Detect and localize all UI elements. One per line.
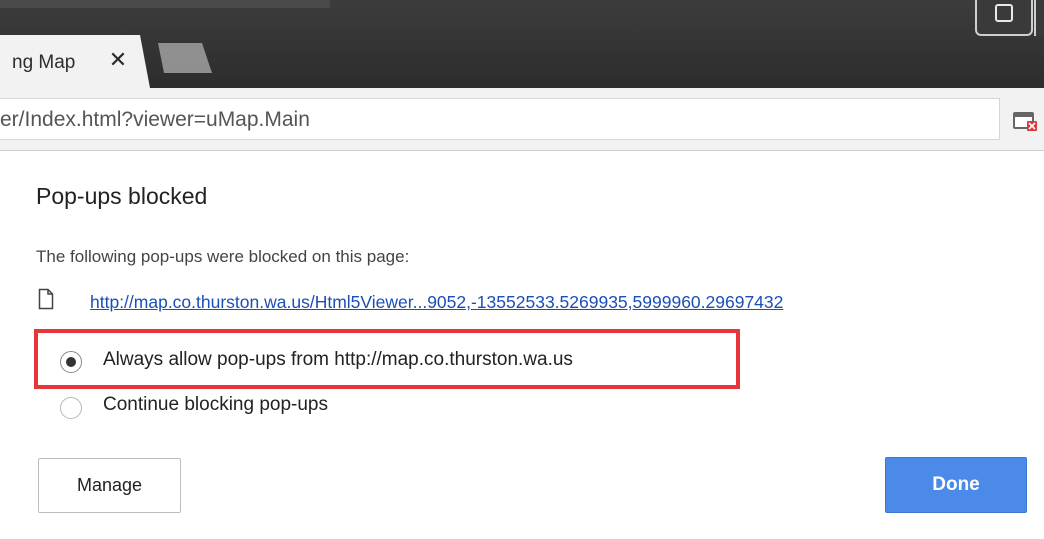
manage-button[interactable]: Manage [38,458,181,513]
always-allow-radio[interactable] [60,351,82,373]
window-control-edge[interactable] [1034,0,1044,36]
user-profile-icon [995,4,1013,22]
blocked-popup-link[interactable]: http://map.co.thurston.wa.us/Html5Viewer… [90,292,783,313]
page-icon [38,288,54,310]
always-allow-label[interactable]: Always allow pop-ups from http://map.co.… [103,349,573,371]
bubble-title: Pop-ups blocked [36,183,208,209]
done-button[interactable]: Done [885,457,1027,513]
menu-bar-remnant [0,0,330,8]
browser-window: ng Map ✕ er/Index.html?viewer=uMap.Main … [0,0,1044,539]
bubble-description: The following pop-ups were blocked on th… [36,247,410,266]
title-bar [0,0,1044,88]
popup-blocked-icon[interactable] [1013,110,1039,132]
continue-blocking-label[interactable]: Continue blocking pop-ups [103,394,328,416]
tab-close-icon[interactable]: ✕ [104,47,132,75]
profile-button[interactable] [975,0,1033,36]
radio-selected-dot [66,357,76,367]
tab-title: ng Map [12,52,76,73]
address-bar-url[interactable]: er/Index.html?viewer=uMap.Main [0,108,310,132]
continue-blocking-radio[interactable] [60,397,82,419]
